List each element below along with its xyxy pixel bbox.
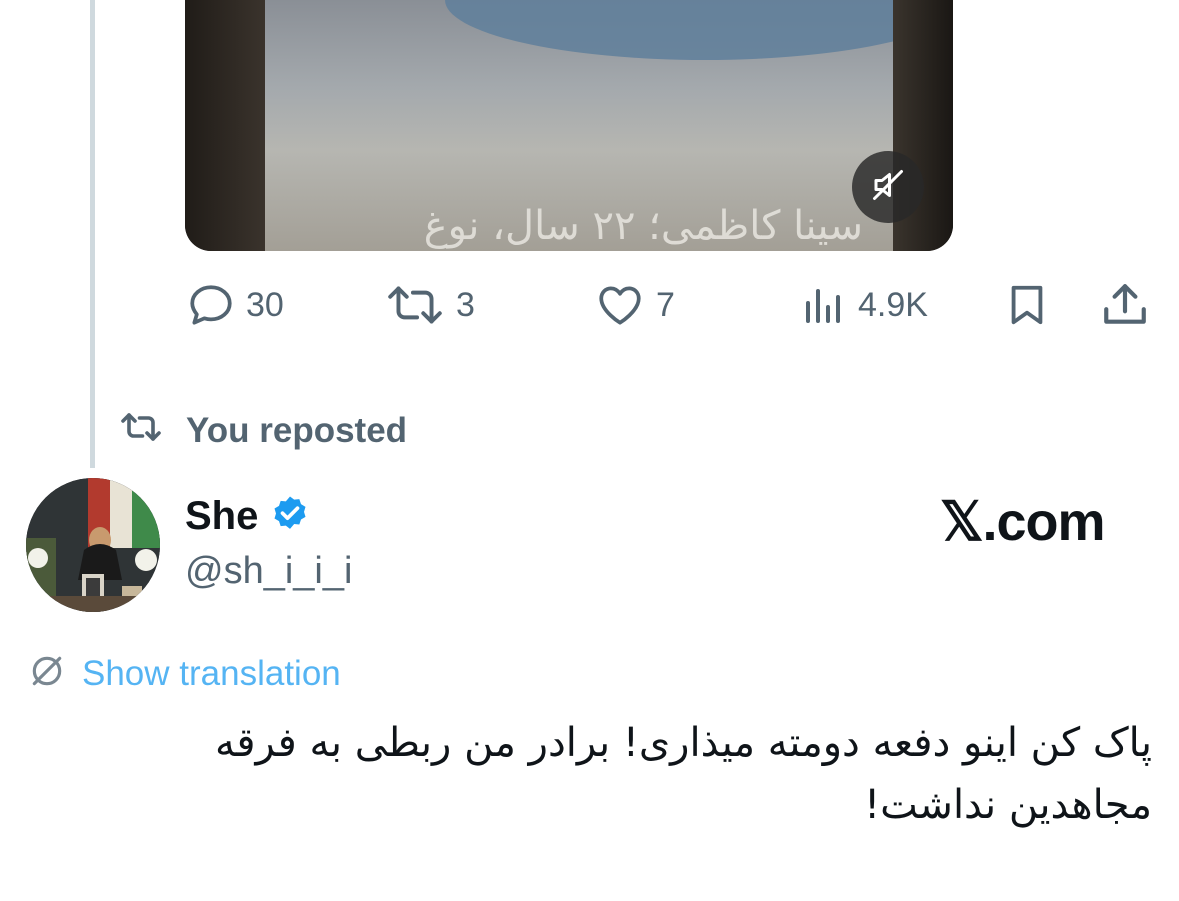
tweet-text-line: مجاهدین نداشت! [864, 782, 1152, 828]
reply-button[interactable]: 30 [186, 280, 284, 330]
verified-badge-icon [270, 494, 310, 539]
translate-icon [28, 652, 66, 695]
author-handle[interactable]: @sh_i_i_i [185, 550, 352, 593]
video-caption: سینا کاظمی؛ ۲۲ سال، نوغ [423, 203, 863, 249]
views-button[interactable]: 4.9K [800, 280, 928, 330]
video-media[interactable]: سینا کاظمی؛ ۲۲ سال، نوغ [185, 0, 953, 251]
like-count: 7 [656, 285, 675, 324]
like-button[interactable]: 7 [594, 280, 675, 330]
speaker-muted-icon [870, 167, 906, 208]
author-name[interactable]: She [185, 494, 258, 539]
repost-count: 3 [456, 285, 475, 324]
repost-icon [118, 409, 164, 454]
author-name-row: She [185, 494, 310, 539]
show-translation-label: Show translation [82, 653, 341, 693]
reply-count: 30 [246, 285, 284, 324]
avatar[interactable] [26, 478, 160, 612]
video-edge-left [185, 0, 265, 251]
tweet-text-line: پاک کن اینو دفعه دومته میذاری! برادر من … [214, 720, 1152, 766]
share-icon [1100, 280, 1150, 330]
reply-icon [186, 280, 236, 330]
views-icon [800, 280, 848, 330]
brand-watermark: 𝕏.com [940, 492, 1106, 552]
repost-context-label: You reposted [186, 411, 408, 450]
bookmark-button[interactable] [1004, 280, 1050, 330]
views-count: 4.9K [858, 285, 928, 324]
tweet-action-bar: 30 3 7 4.9K [0, 280, 1179, 330]
thread-connector-line [90, 0, 95, 468]
tweet-body: پاک کن اینو دفعه دومته میذاری! برادر من … [60, 712, 1152, 836]
mute-button[interactable] [852, 151, 924, 223]
video-frame-shape [445, 0, 953, 60]
repost-context: You reposted [118, 408, 407, 454]
repost-button[interactable]: 3 [384, 280, 475, 330]
repost-icon [384, 280, 446, 330]
share-button[interactable] [1100, 280, 1150, 330]
show-translation-link[interactable]: Show translation [28, 652, 341, 695]
heart-icon [594, 280, 646, 330]
bookmark-icon [1004, 280, 1050, 330]
